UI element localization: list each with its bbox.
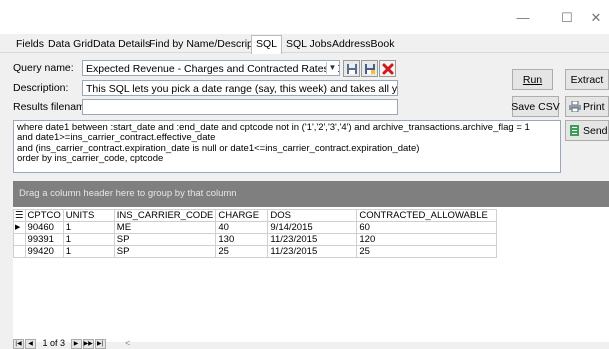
- send-label: Send: [583, 124, 608, 137]
- table-row[interactable]: 99391 1 SP 130 11/23/2015 120: [13, 233, 498, 246]
- tab-sql[interactable]: SQL: [251, 35, 283, 54]
- last-page-icon[interactable]: ▶|: [94, 338, 106, 349]
- table-cell[interactable]: 40: [215, 221, 269, 234]
- table-cell[interactable]: 11/23/2015: [267, 233, 358, 246]
- results-grid: ☰ CPTCO UNITS INS_CARRIER_CODE CHARGE DO…: [13, 207, 609, 342]
- grid-pager: |◀ ◀ 1 of 3 ▶ ▶▶ ▶| <: [13, 338, 130, 349]
- table-cell[interactable]: 1: [62, 245, 115, 258]
- save-csv-button[interactable]: Save CSV: [511, 96, 560, 117]
- current-row-indicator-icon: ▶: [13, 221, 26, 234]
- table-cell[interactable]: 99391: [24, 233, 64, 246]
- column-header[interactable]: CPTCO: [24, 209, 64, 222]
- extract-label: Extract: [570, 73, 604, 86]
- results-table: ☰ CPTCO UNITS INS_CARRIER_CODE CHARGE DO…: [13, 209, 498, 258]
- table-cell[interactable]: 1: [62, 221, 115, 234]
- sql-line: order by ins_carrier_code, cptcode: [17, 153, 164, 165]
- tab-fields[interactable]: Fields: [12, 36, 48, 52]
- maximize-button[interactable]: ☐: [554, 10, 580, 26]
- prev-page-icon[interactable]: ◀: [25, 338, 36, 349]
- sql-editor[interactable]: where date1 between :start_date and :end…: [13, 120, 561, 173]
- floppy-disk-icon: [346, 63, 357, 74]
- header-row: ☰ CPTCO UNITS INS_CARRIER_CODE CHARGE DO…: [13, 209, 498, 222]
- table-cell[interactable]: 25: [215, 245, 269, 258]
- table-cell[interactable]: 60: [356, 221, 498, 234]
- row-selector[interactable]: [13, 233, 26, 246]
- table-cell[interactable]: ME: [113, 221, 217, 234]
- extract-button[interactable]: Extract: [565, 69, 609, 90]
- send-button[interactable]: Send: [565, 120, 609, 141]
- delete-query-button[interactable]: [379, 60, 396, 77]
- tab-strip: Fields Data Grid Data Details Find by Na…: [0, 34, 609, 54]
- table-row[interactable]: ▶ 90460 1 ME 40 9/14/2015 60: [13, 221, 498, 234]
- row-selector[interactable]: [13, 245, 26, 258]
- description-field[interactable]: This SQL lets you pick a date range (say…: [82, 80, 398, 96]
- save-csv-label: Save CSV: [511, 100, 560, 113]
- run-label: Run: [522, 73, 543, 86]
- column-header[interactable]: CHARGE: [215, 209, 269, 222]
- table-cell[interactable]: 1: [62, 233, 115, 246]
- save-query-button[interactable]: [343, 60, 360, 77]
- close-button[interactable]: ✕: [583, 10, 609, 26]
- printer-icon: [569, 101, 581, 112]
- save-as-query-button[interactable]: [361, 60, 378, 77]
- column-header[interactable]: UNITS: [62, 209, 115, 222]
- delete-x-icon: [382, 63, 393, 74]
- description-label: Description:: [13, 82, 69, 94]
- next-block-icon[interactable]: ▶▶: [82, 338, 94, 349]
- title-bar: — ☐ ✕: [0, 0, 609, 34]
- table-cell[interactable]: 120: [356, 233, 498, 246]
- tab-addressbook[interactable]: AddressBook: [328, 36, 398, 52]
- table-cell[interactable]: 25: [356, 245, 498, 258]
- save-as-icon: [364, 63, 375, 74]
- column-header[interactable]: DOS: [267, 209, 358, 222]
- table-cell[interactable]: 11/23/2015: [267, 245, 358, 258]
- table-cell[interactable]: 99420: [24, 245, 64, 258]
- minimize-button[interactable]: —: [510, 10, 536, 26]
- column-chooser-icon[interactable]: ☰: [13, 209, 26, 222]
- query-name-label: Query name:: [13, 62, 74, 74]
- column-header[interactable]: INS_CARRIER_CODE: [113, 209, 217, 222]
- table-cell[interactable]: SP: [113, 245, 217, 258]
- query-name-value: Expected Revenue - Charges and Contracte…: [86, 63, 339, 75]
- run-button[interactable]: Run: [512, 69, 553, 90]
- print-label: Print: [583, 100, 605, 113]
- table-cell[interactable]: 90460: [24, 221, 64, 234]
- table-row[interactable]: 99420 1 SP 25 11/23/2015 25: [13, 245, 498, 258]
- group-by-panel[interactable]: Drag a column header here to group by th…: [13, 181, 609, 207]
- chevron-down-icon[interactable]: ▼: [326, 62, 338, 74]
- table-cell[interactable]: SP: [113, 233, 217, 246]
- column-header[interactable]: CONTRACTED_ALLOWABLE: [356, 209, 498, 222]
- send-icon: [570, 125, 579, 136]
- query-name-combo[interactable]: Expected Revenue - Charges and Contracte…: [82, 60, 340, 76]
- first-page-icon[interactable]: |◀: [13, 338, 24, 349]
- table-cell[interactable]: 130: [215, 233, 269, 246]
- print-button[interactable]: Print: [565, 96, 609, 117]
- next-page-icon[interactable]: ▶: [70, 338, 82, 349]
- results-filename-field[interactable]: [82, 99, 398, 115]
- table-cell[interactable]: 9/14/2015: [267, 221, 358, 234]
